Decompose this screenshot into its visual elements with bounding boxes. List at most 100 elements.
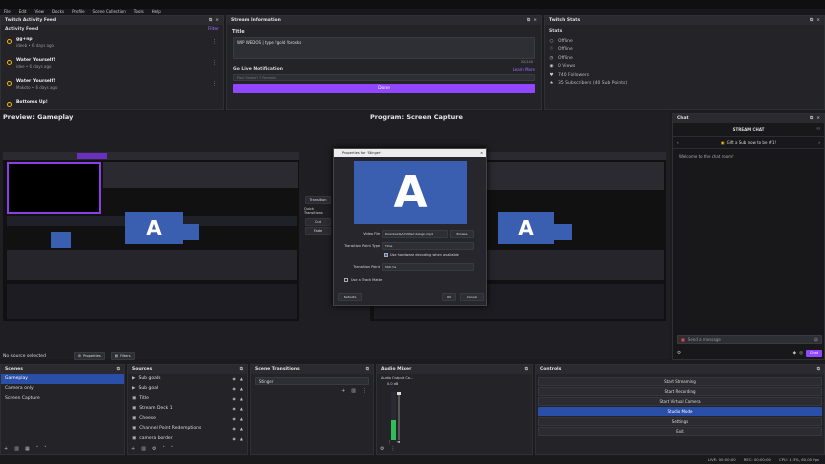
trash-icon[interactable]: ▥ [351,388,356,394]
source-item[interactable]: ▣ camera border ◉ ▲ [128,434,247,444]
start-recording-button[interactable]: Start Recording [538,387,822,396]
done-button[interactable]: Done [233,84,535,93]
feed-item[interactable]: Water Yourself! Makoto • 6 days ago ⋮ [1,76,223,97]
close-icon[interactable]: × [816,16,820,25]
chat-input[interactable]: ■ Send a message ☺ [677,335,822,344]
emote-icon[interactable]: ☺ [814,337,818,342]
learn-more-link[interactable]: Learn More [513,67,535,72]
close-icon[interactable]: × [533,16,537,25]
properties-button[interactable]: ⚙ Properties [73,352,105,360]
start-streaming-button[interactable]: Start Streaming [538,377,822,386]
studio-mode-button[interactable]: Studio Mode [538,407,822,416]
start-virtual-camera-button[interactable]: Start Virtual Camera [538,397,822,406]
users-icon[interactable]: ⚇ [816,126,820,131]
arrow-down-icon[interactable]: ˅ [44,446,47,452]
add-icon[interactable]: + [131,446,135,452]
lock-icon[interactable]: ▲ [240,414,243,424]
title-input[interactable]: WIP WEDOS | type !gold !brosks [233,37,535,59]
feed-item[interactable]: Water Yourself! idee • 6 days ago ⋮ [1,55,223,76]
arrow-up-icon[interactable]: ˄ [162,446,165,452]
close-icon[interactable]: × [480,149,486,157]
chevron-left-icon[interactable]: ‹ [677,140,679,145]
feed-item[interactable]: Bottoms Up! [1,97,223,109]
more-icon[interactable]: ⋮ [212,39,217,45]
chevron-right-icon[interactable]: › [818,140,820,145]
mixer-settings-icon[interactable]: ⚙ [380,446,384,452]
lock-icon[interactable]: ▲ [240,404,243,414]
filters-button[interactable]: ▤ Filters [110,352,135,360]
more-icon[interactable]: ⋮ [390,446,395,452]
trash-icon[interactable]: ▥ [14,446,19,452]
eye-icon[interactable]: ◉ [232,424,236,434]
transition-select[interactable]: Stinger [255,377,369,385]
eye-icon[interactable]: ◉ [232,394,236,404]
float-icon[interactable]: ⧉ [240,365,243,374]
scene-item[interactable]: Screen Capture [1,394,124,404]
video-file-input[interactable]: Downloads/Untitled design.mp4 [382,230,448,238]
ok-button[interactable]: OK [442,293,456,301]
points-icon[interactable]: ◎ [799,351,803,356]
float-icon[interactable]: ⧉ [525,365,528,374]
eye-icon[interactable]: ◉ [232,414,236,424]
eye-icon[interactable]: ◉ [232,384,236,394]
settings-button[interactable]: Settings [538,417,822,426]
eye-icon[interactable]: ◉ [232,374,236,384]
float-icon[interactable]: ⧉ [810,114,813,123]
more-icon[interactable]: ⋮ [362,388,367,394]
hw-decode-checkbox[interactable] [384,253,388,257]
add-icon[interactable]: + [4,446,8,452]
eye-icon[interactable]: ◉ [232,404,236,414]
lock-icon[interactable]: ▲ [240,384,243,394]
lock-icon[interactable]: ▲ [240,374,243,384]
trash-icon[interactable]: ▥ [141,446,146,452]
scene-item[interactable]: Gameplay [1,374,124,384]
source-item[interactable]: ▣ Title ◉ ▲ [128,394,247,404]
settings-icon[interactable]: ⚙ [677,351,681,356]
arrow-up-icon[interactable]: ˄ [36,446,39,452]
bits-icon[interactable]: ◆ [793,351,796,356]
close-icon[interactable]: × [215,16,219,25]
track-matte-checkbox[interactable] [344,278,348,282]
source-item[interactable]: ▣ Stream Deck 1 ◉ ▲ [128,404,247,414]
chat-send-button[interactable]: Chat [806,350,822,357]
source-item[interactable]: ▶ Sub goals ◉ ▲ [128,374,247,384]
float-icon[interactable]: ⧉ [810,16,813,25]
lock-icon[interactable]: ▲ [240,394,243,404]
cancel-button[interactable]: Cancel [460,293,484,301]
point-type-select[interactable]: Time [382,242,474,250]
more-icon[interactable]: ⋮ [212,60,217,66]
exit-button[interactable]: Exit [538,427,822,436]
transition-button[interactable]: Transition [305,196,331,204]
float-icon[interactable]: ⧉ [209,16,212,25]
eye-icon[interactable]: ◉ [232,434,236,444]
gear-icon[interactable]: ⚙ [152,446,156,452]
filter-link[interactable]: Filter [208,27,219,32]
feed-item[interactable]: gg+np ideeb • 6 days ago ⋮ [1,34,223,55]
add-icon[interactable]: + [341,388,345,394]
transition-point-input[interactable]: 500 ms [382,263,474,271]
browse-button[interactable]: Browse [450,230,474,238]
arrow-down-icon[interactable]: ˅ [171,446,174,452]
speaker-icon[interactable]: ◄ [397,440,400,445]
float-icon[interactable]: ⧉ [527,16,530,25]
preview-canvas[interactable]: A [3,152,299,321]
fade-button[interactable]: Fade [305,227,331,235]
webcam-source-frame[interactable] [7,162,101,214]
source-item[interactable]: ▣ Cheese ◉ ▲ [128,414,247,424]
more-icon[interactable]: ⋮ [212,81,217,87]
more-icon[interactable]: ⋮ [387,440,392,445]
notification-input[interactable]: Paul Fowler! ? Reveals [233,74,535,81]
lock-icon[interactable]: ▲ [240,424,243,434]
float-icon[interactable]: ⧉ [366,365,369,374]
close-icon[interactable]: × [816,114,820,123]
cut-button[interactable]: Cut [305,218,331,226]
defaults-button[interactable]: Defaults [338,293,362,301]
float-icon[interactable]: ⧉ [817,365,820,374]
float-icon[interactable]: ⧉ [117,365,120,374]
config-icon[interactable]: ▦ [25,446,30,452]
volume-slider[interactable] [397,392,401,440]
source-item[interactable]: ▶ Sub goal ◉ ▲ [128,384,247,394]
gift-sub-text[interactable]: Gift a Sub now to be #1! [727,140,777,145]
scene-item[interactable]: Camera only [1,384,124,394]
source-item[interactable]: ▣ Channel Point Redemptions ◉ ▲ [128,424,247,434]
